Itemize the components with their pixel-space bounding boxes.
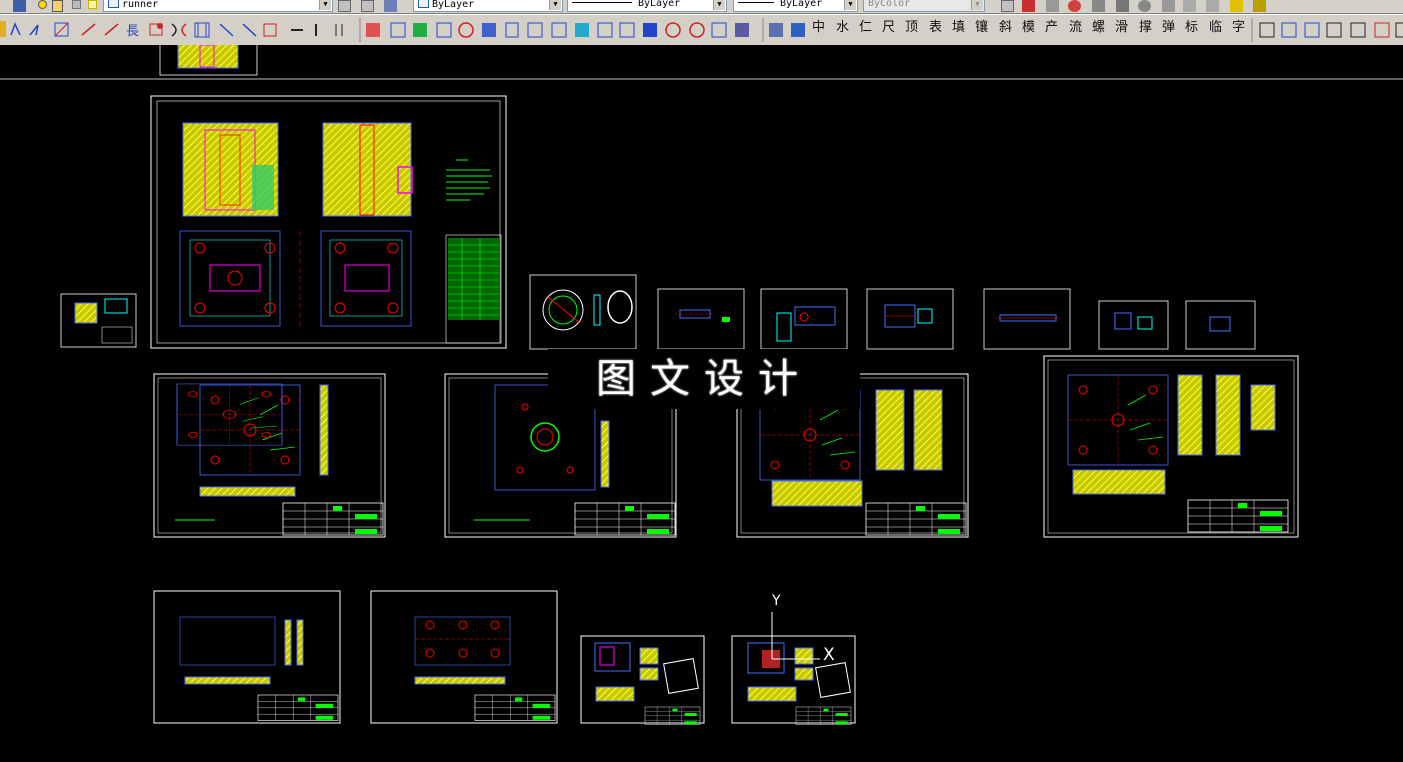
chevron-down-icon[interactable]: ▼ (971, 0, 983, 10)
toolbar-icon-2[interactable] (1022, 0, 1035, 12)
layer-freeze-sun-icon[interactable] (52, 0, 63, 12)
small-drawing-sheet-left (60, 293, 137, 348)
mold-tool-button-6[interactable]: 表 (927, 19, 944, 37)
part-drawing-sheets-row-1 (529, 274, 1256, 350)
toolbar-icon-9[interactable] (1183, 0, 1196, 12)
partial-drawing-top (0, 45, 1403, 80)
linetype-dropdown[interactable]: ByLayer ▼ (567, 0, 727, 12)
mold-tool-button-2[interactable]: 水 (834, 19, 851, 37)
chevron-down-icon[interactable]: ▼ (844, 0, 856, 10)
mold-toolbar-icons (366, 18, 805, 42)
layer-color-swatch (108, 0, 119, 8)
parts-list-table (445, 234, 502, 344)
plotstyle-dropdown[interactable]: ByColor ▼ (863, 0, 985, 12)
toolbar-icon-6[interactable] (1116, 0, 1129, 12)
mold-tool-button-18[interactable]: 临 (1207, 19, 1224, 37)
layer-dropdown[interactable]: runner ▼ (103, 0, 333, 12)
mold-tool-button-13[interactable]: 螺 (1090, 19, 1107, 37)
mold-tool-button-10[interactable]: 模 (1020, 19, 1037, 37)
color-dropdown[interactable]: ByLayer ▼ (413, 0, 563, 12)
watermark-text: 图文设计 (548, 349, 860, 409)
toolbar-icon-3[interactable] (1046, 0, 1059, 12)
draw-modify-toolbar: 長 中 水 仁 尺 顶 表 填 镶 斜 模 产 流 螺 滑 撑 弹 标 临 字 (0, 14, 1403, 46)
lineweight-dropdown[interactable]: ByLayer ▼ (733, 0, 858, 12)
mold-tool-button-5[interactable]: 顶 (903, 19, 920, 37)
toolbar-icon-8[interactable] (1162, 0, 1175, 12)
mold-tool-button-14[interactable]: 滑 (1113, 19, 1130, 37)
ucs-x-label: X (823, 645, 835, 665)
toolbar-icon-10[interactable] (1206, 0, 1219, 12)
lineweight-value: ByLayer (780, 0, 823, 9)
svg-text:長: 長 (126, 24, 139, 39)
chevron-down-icon[interactable]: ▼ (549, 0, 561, 10)
linetype-value: ByLayer (638, 0, 681, 9)
mold-tool-button-3[interactable]: 仁 (857, 19, 874, 37)
layer-properties-toolbar: runner ▼ ByLayer ▼ ByLayer ▼ ByLayer ▼ B… (0, 0, 1403, 14)
layer-states-icon[interactable] (384, 0, 397, 12)
mold-tool-button-12[interactable]: 流 (1067, 19, 1084, 37)
mold-tool-button-1[interactable]: 中 (810, 19, 827, 37)
mold-tool-button-4[interactable]: 尺 (880, 19, 897, 37)
layer-lock-open-icon[interactable] (88, 0, 97, 9)
mold-tool-button-7[interactable]: 填 (950, 19, 967, 37)
technical-requirements-text (446, 159, 492, 201)
right-toolbar-icons (1251, 18, 1403, 42)
toolbar-icon-11[interactable] (1230, 0, 1243, 12)
layer-manager-icon[interactable] (13, 0, 26, 12)
toolbar-icon-1[interactable] (1001, 0, 1014, 12)
mold-tool-button-8[interactable]: 镶 (973, 19, 990, 37)
toolbar-icon-12[interactable] (1253, 0, 1266, 12)
color-swatch (418, 0, 429, 8)
chevron-down-icon[interactable]: ▼ (319, 0, 331, 10)
lineweight-preview (738, 2, 774, 3)
plate-drawing-sheets-row-3 (153, 383, 856, 725)
mold-tool-button-16[interactable]: 弹 (1160, 19, 1177, 37)
linetype-preview (572, 2, 632, 3)
toolbar-icon-5[interactable] (1092, 0, 1105, 12)
mold-tool-button-19[interactable]: 字 (1230, 19, 1247, 37)
assembly-drawing-sheet (150, 95, 507, 349)
color-value: ByLayer (432, 0, 475, 10)
toolbar-icon-7[interactable] (1138, 0, 1151, 12)
layer-lock-icon[interactable] (72, 0, 81, 9)
plotstyle-value: ByColor (868, 0, 911, 9)
make-current-layer-icon[interactable] (338, 0, 351, 12)
ucs-y-label: Y (772, 593, 781, 609)
layer-name: runner (122, 0, 159, 10)
layer-on-bulb-icon[interactable] (38, 0, 47, 9)
mold-tool-button-9[interactable]: 斜 (997, 19, 1014, 37)
draw-toolbar-icons: 長 (0, 18, 361, 42)
chevron-down-icon[interactable]: ▼ (713, 0, 725, 10)
layer-previous-icon[interactable] (361, 0, 374, 12)
mold-tool-button-11[interactable]: 产 (1043, 19, 1060, 37)
toolbar-icon-4[interactable] (1068, 0, 1081, 12)
mold-tool-button-15[interactable]: 撑 (1137, 19, 1154, 37)
mold-tool-button-17[interactable]: 标 (1183, 19, 1200, 37)
